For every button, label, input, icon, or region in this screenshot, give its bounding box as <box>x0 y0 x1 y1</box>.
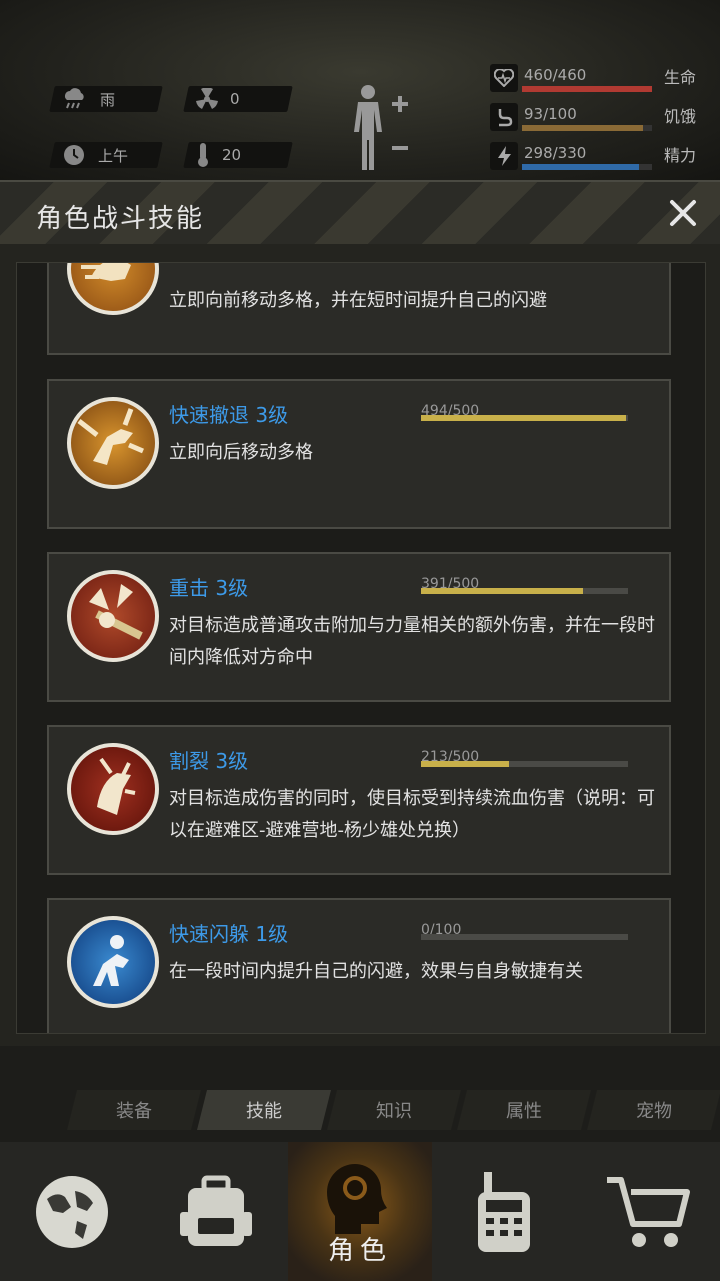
heavy-strike-icon <box>67 570 159 662</box>
tab-equipment[interactable]: 装备 <box>67 1090 201 1130</box>
dialog-title: 角色战斗技能 <box>36 204 205 234</box>
clock-icon <box>64 145 84 165</box>
weather-value: 雨 <box>100 90 116 109</box>
backpack-icon <box>180 1175 252 1246</box>
skill-name: 割裂 3级 <box>169 749 249 773</box>
radiation-icon <box>196 88 218 109</box>
skill-card-heavy-strike[interactable]: 重击 3级 391/500 对目标造成普通攻击附加与力量相关的额外伤害，并在一段… <box>47 552 671 702</box>
skill-xp-bar <box>421 588 628 594</box>
globe-icon <box>36 1175 108 1248</box>
combat-skills-dialog: 角色战斗技能 立即向前移动多格，并在短时间提升自己的闪避 快速撤退 3级 494… <box>0 180 720 1048</box>
hunger-label: 饥饿 <box>663 107 696 126</box>
tab-skills[interactable]: 技能 <box>197 1090 331 1130</box>
tab-pets[interactable]: 宠物 <box>587 1090 720 1130</box>
heart-icon <box>490 64 518 92</box>
quick-dodge-icon <box>67 916 159 1008</box>
skill-list[interactable]: 立即向前移动多格，并在短时间提升自己的闪避 快速撤退 3级 494/500 立即… <box>16 262 706 1034</box>
skill-description: 立即向后移动多格 <box>169 442 313 463</box>
health-value: 460/460 <box>524 66 587 84</box>
nav-radio[interactable] <box>432 1142 576 1281</box>
health-label: 生命 <box>663 68 696 87</box>
skill-xp-bar <box>421 934 628 940</box>
skill-description: 对目标造成伤害的同时，使目标受到持续流血伤害（说明：可以在避难区-避难营地-杨少… <box>169 788 655 841</box>
temperature-value: 20 <box>222 146 242 164</box>
status-bar: 雨 0 上午 20 460/460 生命 93/100 饥饿 298/330 精… <box>0 0 720 180</box>
skill-card-quick-retreat[interactable]: 快速撤退 3级 494/500 立即向后移动多格 <box>47 379 671 529</box>
tab-attributes[interactable]: 属性 <box>457 1090 591 1130</box>
bottom-nav: 角色 <box>0 1142 720 1281</box>
skill-card-dash-forward[interactable]: 立即向前移动多格，并在短时间提升自己的闪避 <box>47 263 671 355</box>
energy-vital: 298/330 精力 <box>490 142 710 170</box>
radio-icon <box>478 1171 530 1252</box>
radiation-value: 0 <box>230 90 240 108</box>
nav-map[interactable] <box>0 1142 144 1281</box>
close-icon[interactable] <box>664 194 702 232</box>
character-sub-tabs: 装备 技能 知识 属性 宠物 <box>0 1046 720 1142</box>
nav-backpack[interactable] <box>144 1142 288 1281</box>
skill-xp-bar <box>421 415 628 421</box>
energy-value: 298/330 <box>524 144 587 162</box>
skill-xp-bar <box>421 761 628 767</box>
retreat-icon <box>67 397 159 489</box>
tab-knowledge[interactable]: 知识 <box>327 1090 461 1130</box>
hunger-vital: 93/100 饥饿 <box>490 103 710 131</box>
dash-forward-icon <box>67 263 159 315</box>
stomach-icon <box>490 103 518 131</box>
body-status-icon[interactable] <box>348 82 420 172</box>
radiation-stat: 0 <box>183 86 293 112</box>
cart-icon <box>607 1176 690 1247</box>
skill-card-quick-dodge[interactable]: 快速闪躲 1级 0/100 在一段时间内提升自己的闪避，效果与自身敏捷有关 <box>47 898 671 1033</box>
rain-cloud-icon <box>65 88 84 109</box>
skill-name: 重击 3级 <box>169 576 249 600</box>
nav-character[interactable]: 角色 <box>288 1142 432 1281</box>
time-value: 上午 <box>98 146 129 165</box>
energy-label: 精力 <box>663 146 696 165</box>
skill-description: 对目标造成普通攻击附加与力量相关的额外伤害，并在一段时间内降低对方命中 <box>169 615 655 668</box>
weather-stat: 雨 <box>49 86 163 112</box>
skill-description: 立即向前移动多格，并在短时间提升自己的闪避 <box>169 290 547 311</box>
energy-icon <box>490 142 518 170</box>
skill-name: 快速闪躲 1级 <box>169 922 289 946</box>
health-vital: 460/460 生命 <box>490 64 710 92</box>
skill-description: 在一段时间内提升自己的闪避，效果与自身敏捷有关 <box>169 961 583 982</box>
hunger-value: 93/100 <box>524 105 577 123</box>
skill-card-lacerate[interactable]: 割裂 3级 213/500 对目标造成伤害的同时，使目标受到持续流血伤害（说明：… <box>47 725 671 875</box>
thermometer-icon <box>198 143 208 167</box>
skill-name: 快速撤退 3级 <box>169 403 289 427</box>
temperature-stat: 20 <box>183 142 293 168</box>
character-head-icon <box>327 1163 387 1234</box>
lacerate-icon <box>67 743 159 835</box>
nav-label: 角色 <box>327 1236 392 1266</box>
nav-shop[interactable] <box>576 1142 720 1281</box>
time-stat: 上午 <box>49 142 163 168</box>
